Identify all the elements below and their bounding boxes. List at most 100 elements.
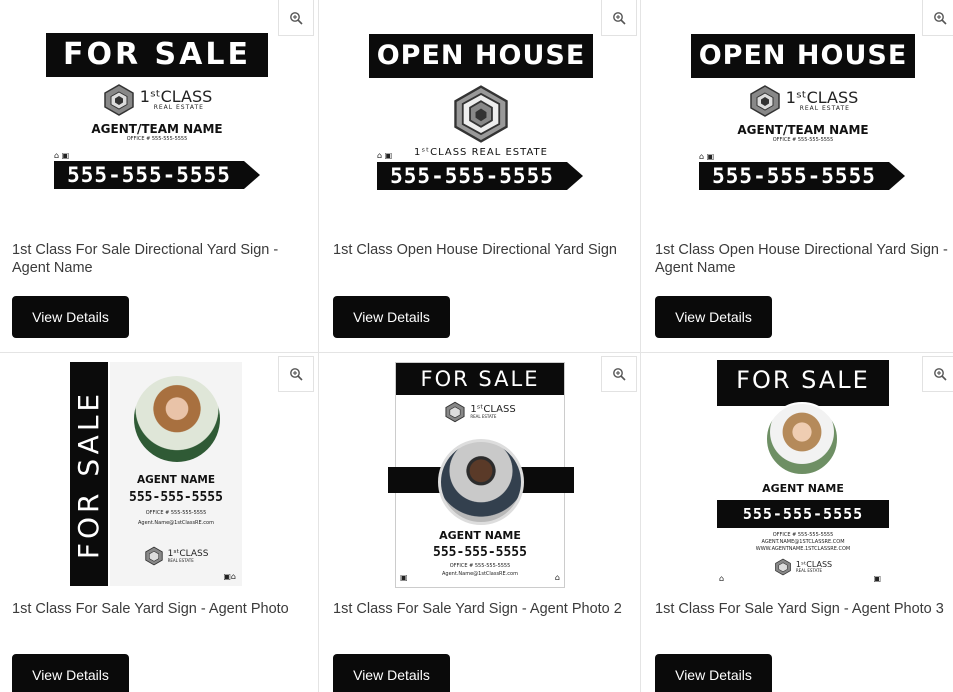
view-details-button[interactable]: View Details xyxy=(333,654,450,692)
brand-sub: REAL ESTATE xyxy=(799,105,850,112)
office-number: OFFICE # 555-555-5555 xyxy=(772,532,834,538)
sign-panel: AGENT NAME 555-555-5555 OFFICE # 555-555… xyxy=(110,362,242,586)
sign-phone: 555-555-5555 xyxy=(433,545,527,560)
magnifier-plus-icon xyxy=(934,368,947,381)
zoom-button[interactable] xyxy=(601,356,637,392)
view-details-button[interactable]: View Details xyxy=(12,296,129,338)
sign-header: FOR SALE xyxy=(72,389,106,559)
sign-phone: 555-555-5555 xyxy=(377,162,567,190)
product-card: OPEN HOUSE 1ˢᵗCLASS REAL ESTATE AGENT/TE… xyxy=(643,0,953,346)
magnifier-plus-icon xyxy=(290,11,303,25)
arrow-icon xyxy=(244,161,260,189)
agent-name: AGENT NAME xyxy=(762,482,844,495)
zoom-button[interactable] xyxy=(922,0,953,36)
product-grid: FOR SALE 1ˢᵗCLASS REAL ESTATE AGENT/TEAM… xyxy=(0,0,953,692)
sign-preview[interactable]: FOR SALE AGENT NAME 555-555-5555 OFFICE … xyxy=(713,360,893,588)
equal-housing-icons: ⌂ ▣ xyxy=(377,151,393,160)
product-title[interactable]: 1st Class For Sale Directional Yard Sign… xyxy=(12,241,307,277)
equal-housing-icons: ⌂ ▣ xyxy=(699,152,715,161)
brand-name: 1ˢᵗCLASS xyxy=(785,88,859,107)
arrow-icon xyxy=(889,162,905,190)
agent-photo xyxy=(765,402,839,476)
equal-housing-icons: ⌂ ▣ xyxy=(54,151,70,160)
cube-logo-icon xyxy=(454,85,508,143)
agent-name: AGENT/TEAM NAME xyxy=(737,123,869,137)
agent-email: Agent.Name@1stClassRE.com xyxy=(442,571,518,577)
brand-sub: REAL ESTATE xyxy=(795,568,822,573)
sign-phone: 555-555-5555 xyxy=(129,490,223,505)
arrow-icon xyxy=(567,162,583,190)
brand-logo: 1ˢᵗCLASS REAL ESTATE xyxy=(110,546,242,566)
brand-sub: REAL ESTATE xyxy=(167,557,194,563)
phone-arrow: 555-555-5555 xyxy=(377,162,583,190)
row-divider xyxy=(0,352,953,353)
brand-line: 1ˢᵗCLASS REAL ESTATE xyxy=(414,147,548,158)
product-card: FOR SALE AGENT NAME 555-555-5555 OFFICE … xyxy=(0,354,318,692)
zoom-button[interactable] xyxy=(278,0,314,36)
product-card: FOR SALE 1ˢᵗCLASS REAL ESTATE AGENT NAME… xyxy=(321,354,639,692)
brand-logo: 1ˢᵗCLASS REAL ESTATE xyxy=(691,84,915,118)
cube-logo-icon xyxy=(103,84,134,116)
office-number: OFFICE # 555-555-5555 xyxy=(126,136,188,142)
magnifier-plus-icon xyxy=(613,368,626,381)
view-details-button[interactable]: View Details xyxy=(12,654,129,692)
column-divider xyxy=(318,0,319,692)
view-details-button[interactable]: View Details xyxy=(655,296,772,338)
magnifier-plus-icon xyxy=(613,11,626,25)
product-card: OPEN HOUSE 1ˢᵗCLASS REAL ESTATE ⌂ ▣ 555-… xyxy=(321,0,639,346)
sign-header: FOR SALE xyxy=(46,33,268,77)
cube-logo-icon xyxy=(144,546,163,566)
equal-housing-icons: ▣ xyxy=(400,573,408,582)
view-details-button[interactable]: View Details xyxy=(333,296,450,338)
brand-name: 1ˢᵗCLASS xyxy=(139,87,213,106)
agent-photo xyxy=(134,376,220,462)
sign-header: FOR SALE xyxy=(396,363,564,395)
sign-preview[interactable]: OPEN HOUSE 1ˢᵗCLASS REAL ESTATE AGENT/TE… xyxy=(691,34,915,204)
sign-header: OPEN HOUSE xyxy=(691,34,915,78)
office-number: OFFICE # 555-555-5555 xyxy=(449,563,511,569)
sign-preview[interactable]: FOR SALE 1ˢᵗCLASS REAL ESTATE AGENT/TEAM… xyxy=(46,33,268,203)
brand-logo: 1ˢᵗCLASS REAL ESTATE xyxy=(396,401,564,423)
agent-photo xyxy=(438,439,524,525)
realtor-icon: ⌂ xyxy=(719,574,725,583)
agent-name: AGENT NAME xyxy=(439,529,521,542)
agent-website: WWW.AGENTNAME.1STCLASSRE.COM xyxy=(755,546,851,552)
product-title[interactable]: 1st Class For Sale Yard Sign - Agent Pho… xyxy=(655,600,950,618)
brand-logo: 1ˢᵗCLASS REAL ESTATE xyxy=(713,558,893,576)
view-details-button[interactable]: View Details xyxy=(655,654,772,692)
phone-arrow: 555-555-5555 xyxy=(699,162,905,190)
agent-email: Agent.Name@1stClassRE.com xyxy=(138,520,214,526)
sign-header: FOR SALE xyxy=(717,360,889,406)
product-title[interactable]: 1st Class Open House Directional Yard Si… xyxy=(655,241,950,277)
sign-preview[interactable]: OPEN HOUSE 1ˢᵗCLASS REAL ESTATE ⌂ ▣ 555-… xyxy=(369,34,593,204)
brand-logo: 1ˢᵗCLASS REAL ESTATE xyxy=(46,83,268,117)
sign-phone: 555-555-5555 xyxy=(699,162,889,190)
agent-name: AGENT NAME xyxy=(136,474,216,486)
column-divider xyxy=(640,0,641,692)
sign-preview[interactable]: FOR SALE 1ˢᵗCLASS REAL ESTATE AGENT NAME… xyxy=(388,362,574,588)
office-number: OFFICE # 555-555-5555 xyxy=(145,510,207,516)
sign-header: OPEN HOUSE xyxy=(369,34,593,78)
zoom-button[interactable] xyxy=(922,356,953,392)
product-title[interactable]: 1st Class Open House Directional Yard Si… xyxy=(333,241,628,259)
agent-name: AGENT/TEAM NAME xyxy=(91,122,223,136)
cube-logo-icon xyxy=(445,401,465,423)
sign-preview[interactable]: FOR SALE AGENT NAME 555-555-5555 OFFICE … xyxy=(70,362,242,586)
product-card: FOR SALE 1ˢᵗCLASS REAL ESTATE AGENT/TEAM… xyxy=(0,0,318,346)
equal-housing-icons: ▣⌂ xyxy=(223,572,236,581)
brand-sub: REAL ESTATE xyxy=(153,104,204,111)
equal-housing-icons: ▣ xyxy=(873,574,881,583)
agent-email: AGENT.NAME@1STCLASSRE.COM xyxy=(761,539,845,545)
product-title[interactable]: 1st Class For Sale Yard Sign - Agent Pho… xyxy=(333,600,628,618)
product-card: FOR SALE AGENT NAME 555-555-5555 OFFICE … xyxy=(643,354,953,692)
sign-phone: 555-555-5555 xyxy=(54,161,244,189)
cube-logo-icon xyxy=(749,85,780,117)
product-title[interactable]: 1st Class For Sale Yard Sign - Agent Pho… xyxy=(12,600,307,618)
realtor-icon: ⌂ xyxy=(554,573,560,582)
sign-vertical-bar: FOR SALE xyxy=(70,362,108,586)
sign-phone: 555-555-5555 xyxy=(717,500,889,528)
brand-sub: REAL ESTATE xyxy=(470,414,497,419)
zoom-button[interactable] xyxy=(601,0,637,36)
zoom-button[interactable] xyxy=(278,356,314,392)
office-number: OFFICE # 555-555-5555 xyxy=(772,137,834,143)
